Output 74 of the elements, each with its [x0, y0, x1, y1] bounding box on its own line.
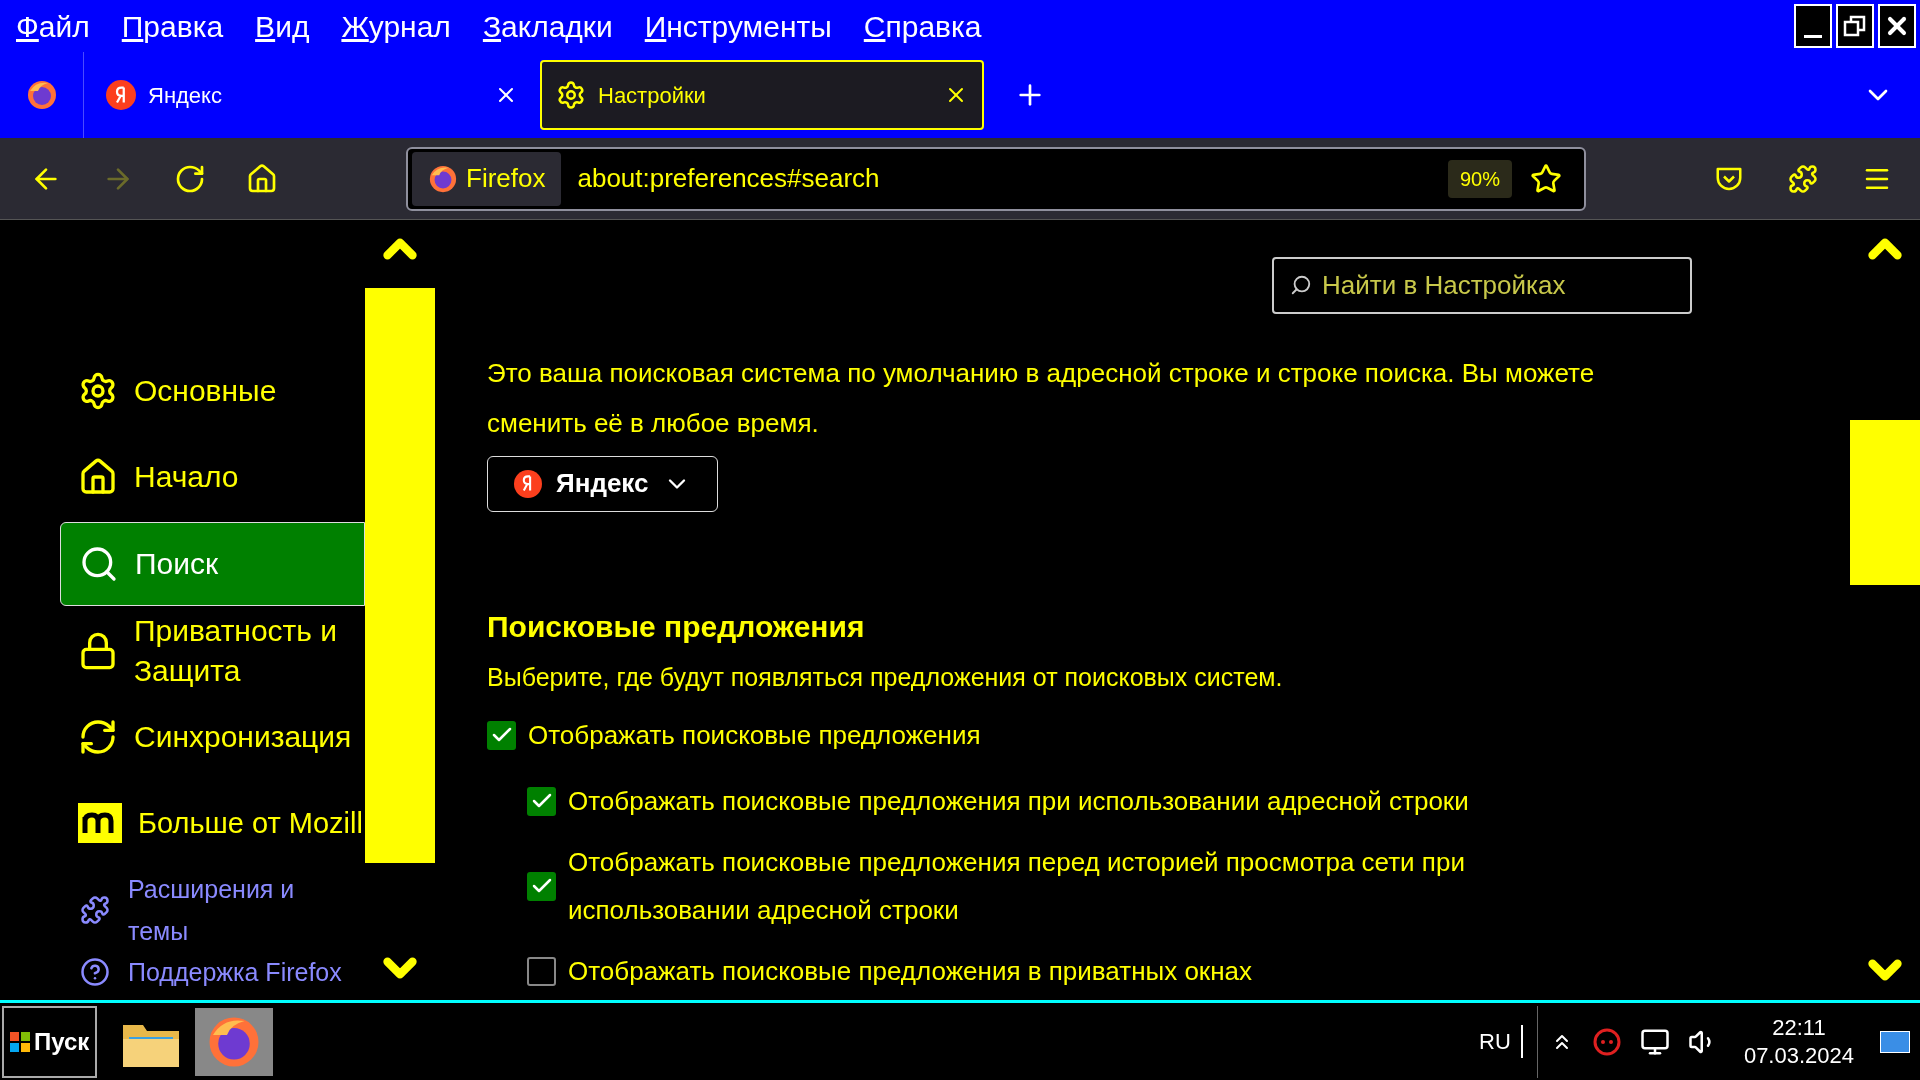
url-text: about:preferences#search: [577, 162, 880, 195]
menu-item[interactable]: Закладки: [482, 3, 613, 49]
checkbox-label: Отображать поисковые предложения: [528, 719, 981, 752]
m-logo-icon: [78, 803, 122, 843]
checkbox-label: Отображать поисковые предложения в приватных окнах: [568, 955, 1253, 988]
search-icon: [79, 544, 119, 584]
sync-icon: [78, 717, 118, 757]
checkbox[interactable]: [487, 720, 516, 750]
puzzle-icon[interactable]: [1788, 163, 1818, 194]
scrollbar-thumb[interactable]: [365, 288, 435, 863]
engine-dropdown[interactable]: Яндекс: [487, 455, 718, 512]
start-button[interactable]: Пуск: [2, 1005, 98, 1078]
ya-logo-icon: [106, 80, 136, 110]
sidebar-label: Больше от Mozill: [138, 806, 363, 841]
checkbox-label: Отображать поисковые предложения при использовании адресной строки: [568, 785, 1469, 818]
restore-icon: [1843, 14, 1867, 38]
address-bar[interactable]: Firefox about:preferences#search 90%: [406, 146, 1586, 211]
menu-item[interactable]: Инструменты: [644, 3, 832, 49]
sidebar-label: Поиск: [135, 546, 219, 582]
section-description: Выберите, где будут появляться предложения от поисковых систем.: [487, 661, 1284, 693]
scrollbar-thumb[interactable]: [1850, 420, 1920, 585]
checkbox[interactable]: [527, 786, 556, 816]
clock-date: 07.03.2024: [1743, 1041, 1854, 1070]
tab-title: Настройки: [598, 81, 706, 110]
puzzle-icon: [80, 895, 110, 925]
menu-item[interactable]: Журнал: [341, 3, 451, 49]
clock-time: 22:11: [1772, 1013, 1826, 1042]
bookmark-star-icon[interactable]: [1530, 162, 1562, 195]
sidebar-label: Начало: [134, 459, 239, 495]
sidebar-item[interactable]: Поиск: [60, 522, 365, 606]
section-heading: Поисковые предложения: [487, 608, 866, 645]
status-face-icon[interactable]: [1591, 1026, 1622, 1057]
fox-logo-icon: [25, 79, 58, 111]
sidebar-label: Синхронизация: [134, 719, 352, 755]
browser-tab[interactable]: Настройки: [540, 60, 984, 130]
sidebar-item[interactable]: Начало: [60, 434, 365, 520]
description-text: Это ваша поисковая система по умолчанию в адресной строке и строке поиска. Вы можете сменить её в любое время.: [487, 356, 1596, 440]
checkbox[interactable]: [527, 956, 556, 986]
menu-item[interactable]: Справка: [863, 3, 982, 49]
sidebar-item[interactable]: Синхронизация: [60, 694, 365, 780]
sidebar-item[interactable]: Приватность и Защита: [60, 608, 365, 694]
menu-item[interactable]: Правка: [121, 3, 224, 49]
close-button[interactable]: [1878, 4, 1916, 48]
windows-logo-icon: [10, 1031, 30, 1052]
browser-tab[interactable]: Яндекс: [90, 60, 534, 130]
identity-label: Firefox: [466, 162, 546, 195]
checkbox[interactable]: [527, 871, 556, 901]
sidebar-link[interactable]: Поддержка Firefox: [128, 954, 342, 990]
home-icon: [78, 457, 118, 497]
search-input[interactable]: Найти в Настройках: [1322, 265, 1674, 305]
identity-box[interactable]: Firefox: [412, 151, 562, 206]
gear-icon: [78, 371, 118, 411]
menu-item[interactable]: Вид: [255, 3, 310, 49]
gear-icon: [556, 80, 586, 110]
home-icon[interactable]: [246, 162, 278, 195]
show-desktop-icon[interactable]: [1880, 1030, 1910, 1053]
ya-logo-icon: [514, 469, 542, 498]
language-indicator[interactable]: RU: [1479, 1025, 1523, 1058]
sidebar-label: Основные: [134, 373, 277, 409]
sidebar-item[interactable]: Больше от Mozill: [60, 780, 365, 866]
tab-title: Яндекс: [148, 81, 222, 110]
zoom-badge[interactable]: 90%: [1447, 159, 1512, 198]
restore-button[interactable]: [1836, 4, 1874, 48]
menu-item[interactable]: Файл: [16, 3, 90, 49]
fox-logo-icon: [428, 163, 458, 194]
firefox-taskbar-icon[interactable]: [195, 1007, 274, 1076]
sidebar-item[interactable]: Основные: [60, 348, 365, 434]
minimize-button[interactable]: [1794, 4, 1832, 48]
help-icon: [80, 957, 110, 987]
sidebar-label: Приватность и Защита: [134, 613, 339, 689]
checkbox-label: Отображать поисковые предложения перед историей просмотра сети при использовании адресной строки: [568, 846, 1466, 927]
search-field[interactable]: Найти в Настройках: [1272, 257, 1692, 314]
lock-icon: [78, 631, 118, 671]
sidebar-link[interactable]: Расширения и темы: [128, 868, 308, 952]
